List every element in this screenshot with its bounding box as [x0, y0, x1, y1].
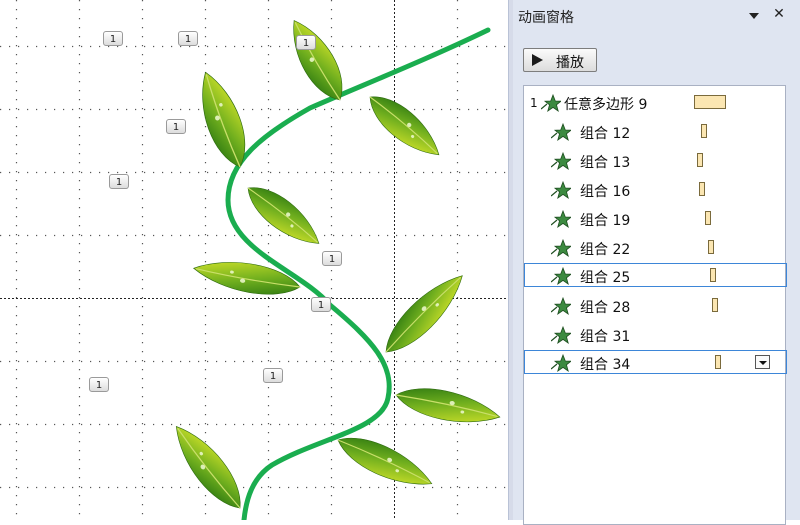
- star-icon: [550, 238, 573, 257]
- list-item[interactable]: 1 任意多边形 9: [524, 91, 787, 115]
- star-icon: [550, 325, 573, 344]
- center-guides: [0, 0, 508, 520]
- animation-order-tag[interactable]: 1: [311, 297, 331, 312]
- pane-header: 动画窗格 ✕: [513, 0, 800, 32]
- close-icon[interactable]: ✕: [771, 6, 787, 22]
- list-item[interactable]: 组合 22: [524, 236, 787, 260]
- animation-order-tag[interactable]: 1: [322, 251, 342, 266]
- star-icon: [550, 180, 573, 199]
- list-item[interactable]: 组合 12: [524, 120, 787, 144]
- star-icon: [550, 353, 573, 372]
- item-label: 组合 28: [580, 300, 631, 316]
- star-icon: [550, 209, 573, 228]
- item-label: 组合 25: [580, 270, 631, 286]
- star-icon: [540, 93, 563, 112]
- animation-order-tag[interactable]: 1: [109, 174, 129, 189]
- timing-bar[interactable]: [715, 355, 721, 369]
- timing-bar[interactable]: [701, 124, 707, 138]
- play-button[interactable]: 播放: [523, 48, 597, 72]
- slide-canvas[interactable]: 1 1 1 1 1 1 1 1 1: [0, 0, 508, 520]
- play-button-label: 播放: [556, 55, 584, 71]
- list-item[interactable]: 组合 28: [524, 294, 787, 318]
- star-icon: [550, 266, 573, 285]
- timing-bar[interactable]: [708, 240, 714, 254]
- grid-lines: [0, 0, 508, 520]
- item-label: 组合 12: [580, 126, 631, 142]
- triangle-down-icon[interactable]: [747, 8, 761, 22]
- animation-pane: 动画窗格 ✕ 播放 1 任意多边形 9 组合 12 组合 13 组合 16 组合…: [513, 0, 800, 525]
- item-order-number: 1: [530, 96, 538, 110]
- animation-order-tag[interactable]: 1: [178, 31, 198, 46]
- pane-title: 动画窗格: [518, 10, 574, 26]
- star-icon: [550, 296, 573, 315]
- list-item[interactable]: 组合 31: [524, 323, 787, 347]
- slide-artwork: [0, 0, 508, 520]
- star-icon: [550, 122, 573, 141]
- timing-bar[interactable]: [710, 268, 716, 282]
- item-label: 任意多边形 9: [564, 97, 648, 113]
- timing-bar[interactable]: [705, 211, 711, 225]
- item-label: 组合 34: [580, 357, 631, 373]
- animation-list[interactable]: 1 任意多边形 9 组合 12 组合 13 组合 16 组合 19 组合 22 …: [523, 85, 787, 525]
- animation-order-tag[interactable]: 1: [166, 119, 186, 134]
- item-label: 组合 16: [580, 184, 631, 200]
- animation-order-tag[interactable]: 1: [263, 368, 283, 383]
- animation-order-tag[interactable]: 1: [296, 35, 316, 50]
- play-icon: [532, 54, 543, 66]
- item-label: 组合 13: [580, 155, 631, 171]
- star-icon: [550, 151, 573, 170]
- item-label: 组合 31: [580, 329, 631, 345]
- list-item-selected[interactable]: 组合 34: [524, 350, 787, 374]
- timing-bar[interactable]: [699, 182, 705, 196]
- list-item[interactable]: 组合 13: [524, 149, 787, 173]
- timing-bar[interactable]: [694, 95, 726, 109]
- list-item[interactable]: 组合 16: [524, 178, 787, 202]
- animation-order-tag[interactable]: 1: [89, 377, 109, 392]
- item-label: 组合 19: [580, 213, 631, 229]
- animation-order-tag[interactable]: 1: [103, 31, 123, 46]
- list-item[interactable]: 组合 19: [524, 207, 787, 231]
- list-item-selected[interactable]: 组合 25: [524, 263, 787, 287]
- chevron-down-icon[interactable]: [755, 355, 770, 369]
- timing-bar[interactable]: [697, 153, 703, 167]
- timing-bar[interactable]: [712, 298, 718, 312]
- item-label: 组合 22: [580, 242, 631, 258]
